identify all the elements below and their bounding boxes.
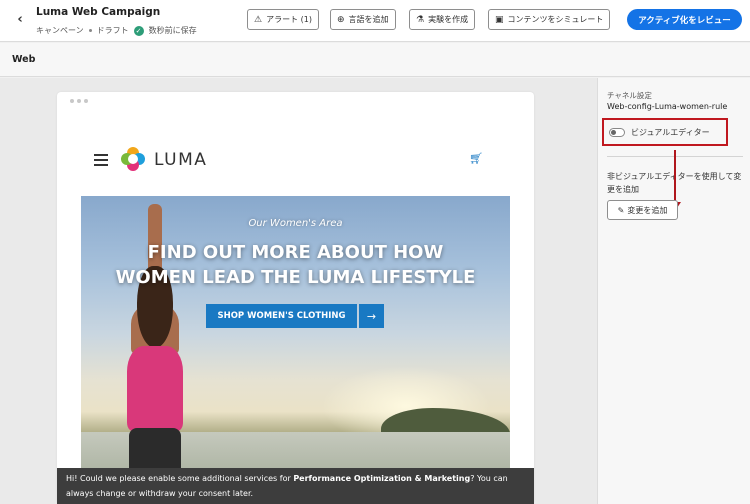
create-experiment-button[interactable]: ⚗ 実験を作成 [409, 9, 476, 30]
visual-editor-toggle[interactable] [609, 127, 625, 137]
warning-icon: ⚠ [254, 14, 263, 25]
shop-cta: SHOP WOMEN'S CLOTHING → [206, 304, 384, 328]
cart-icon: 🛒︎ [469, 152, 483, 165]
channel-settings-label: チャネル設定 [607, 91, 652, 100]
hero-banner: Our Women's Area FIND OUT MORE ABOUT HOW… [81, 196, 510, 504]
cookie-text-bold: Performance Optimization & Marketing [293, 474, 471, 483]
luma-logo-icon [121, 147, 145, 171]
hero-subtitle: Our Women's Area [248, 218, 343, 229]
add-language-label: 言語を追加 [348, 15, 389, 24]
beaker-icon: ⚗ [416, 14, 425, 25]
hero-title-line-1: FIND OUT MORE ABOUT HOW [147, 242, 444, 263]
more-options-icon[interactable] [70, 99, 88, 103]
add-language-button[interactable]: ⊕ 言語を追加 [330, 9, 396, 30]
preview-icon: ▣ [495, 14, 504, 25]
chevron-left-icon[interactable]: ‹ [12, 12, 28, 28]
campaign-status: ドラフト [96, 26, 129, 35]
create-experiment-label: 実験を作成 [428, 15, 469, 24]
non-visual-editor-help: 非ビジュアルエディターを使用して変更を追加 [607, 172, 742, 194]
separator-dot-icon [88, 29, 92, 32]
add-change-button[interactable]: ✎ 変更を追加 [607, 200, 678, 220]
properties-panel: チャネル設定 Web-config-Luma-women-rule ビジュアルエ… [597, 78, 750, 504]
check-circle-icon: ✓ [133, 25, 144, 36]
alerts-button[interactable]: ⚠ アラート (1) [247, 9, 319, 30]
luma-logo-text: LUMA [154, 150, 208, 170]
annotation-arrow-line [674, 150, 676, 204]
visual-editor-highlight: ビジュアルエディター [602, 118, 728, 146]
review-activate-button[interactable]: アクティブ化をレビュー [627, 9, 742, 30]
alerts-label: アラート (1) [266, 15, 312, 24]
globe-icon: ⊕ [337, 14, 345, 25]
web-preview-frame: LUMA 🛒︎ Our Women's Area FIND OUT MORE A… [57, 92, 534, 504]
hero-title-line-2: WOMEN LEAD THE LUMA LIFESTYLE [115, 267, 476, 288]
saved-status: 数秒前に保存 [148, 26, 197, 35]
cookie-consent-banner: Hi! Could we please enable some addition… [57, 468, 534, 504]
channel-label: Web [12, 54, 36, 65]
simulate-content-label: コンテンツをシミュレート [507, 15, 604, 24]
hamburger-menu-icon [94, 154, 108, 169]
campaign-meta: キャンペーン ドラフト ✓ 数秒前に保存 [36, 25, 197, 36]
simulate-content-button[interactable]: ▣ コンテンツをシミュレート [488, 9, 611, 30]
hero-title: FIND OUT MORE ABOUT HOW WOMEN LEAD THE L… [81, 240, 510, 290]
top-bar: ‹ Luma Web Campaign キャンペーン ドラフト ✓ 数秒前に保存… [0, 0, 750, 42]
pencil-icon: ✎ [617, 205, 625, 215]
shop-womens-clothing-button[interactable]: SHOP WOMEN'S CLOTHING [206, 304, 357, 328]
channel-bar: Web [0, 43, 750, 77]
arrow-right-icon[interactable]: → [359, 304, 384, 328]
add-change-label: 変更を追加 [627, 205, 668, 215]
visual-editor-label: ビジュアルエディター [631, 127, 710, 137]
channel-settings-value: Web-config-Luma-women-rule [607, 102, 728, 111]
preview-canvas: LUMA 🛒︎ Our Women's Area FIND OUT MORE A… [0, 78, 597, 504]
campaign-title: Luma Web Campaign [36, 6, 161, 18]
cookie-text-1: Hi! Could we please enable some addition… [66, 474, 294, 483]
campaign-type: キャンペーン [36, 26, 84, 35]
